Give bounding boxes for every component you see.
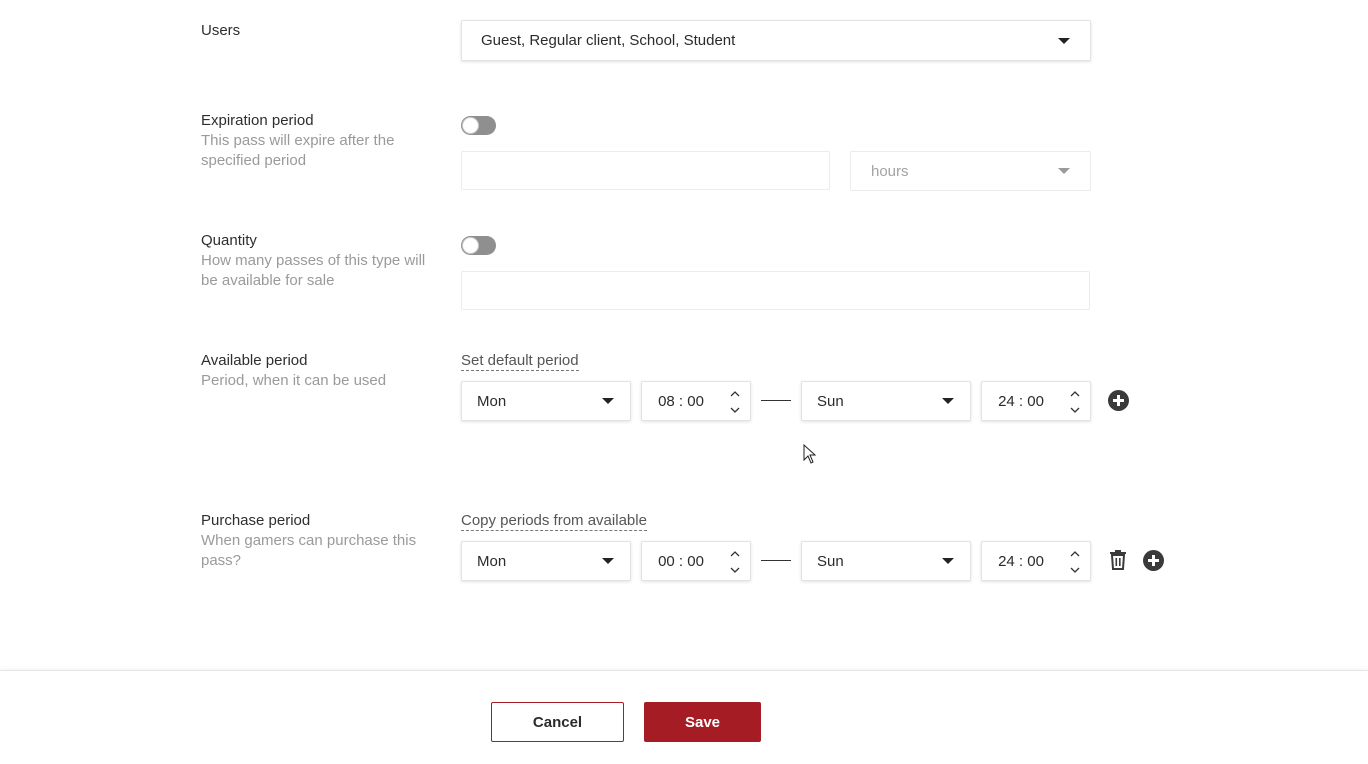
mouse-cursor-icon xyxy=(803,444,817,464)
chevron-up-icon[interactable] xyxy=(1070,389,1080,399)
chevron-down-icon[interactable] xyxy=(1070,565,1080,575)
purchase-period-description: When gamers can purchase this pass? xyxy=(201,532,417,569)
chevron-down-icon[interactable] xyxy=(730,565,740,575)
time-stepper[interactable] xyxy=(1068,545,1082,579)
chevron-up-icon[interactable] xyxy=(1070,549,1080,559)
users-select-value: Guest, Regular client, School, Student xyxy=(481,32,736,49)
expiration-unit-value: hours xyxy=(871,162,909,180)
chevron-up-icon[interactable] xyxy=(730,549,740,559)
expiration-label-group: Expiration period This pass will expire … xyxy=(201,111,441,171)
available-end-day-value: Sun xyxy=(817,392,844,410)
time-stepper[interactable] xyxy=(728,545,742,579)
chevron-down-icon[interactable] xyxy=(1070,405,1080,415)
toggle-knob xyxy=(462,237,479,254)
range-dash xyxy=(761,400,791,401)
purchase-end-day-select[interactable]: Sun xyxy=(801,541,971,581)
quantity-description: How many passes of this type will be ava… xyxy=(201,252,426,289)
chevron-up-icon[interactable] xyxy=(730,389,740,399)
available-start-day-select[interactable]: Mon xyxy=(461,381,631,421)
quantity-input[interactable] xyxy=(461,271,1090,310)
purchase-end-time-input[interactable]: 24 : 00 xyxy=(981,541,1091,581)
add-purchase-period-icon[interactable] xyxy=(1143,550,1164,571)
add-available-period-icon[interactable] xyxy=(1108,390,1129,411)
toggle-knob xyxy=(462,117,479,134)
purchase-period-label-group: Purchase period When gamers can purchase… xyxy=(201,511,441,571)
available-period-title: Available period xyxy=(201,352,308,369)
chevron-down-icon xyxy=(942,398,954,404)
expiration-value-input[interactable] xyxy=(461,151,830,190)
copy-periods-link[interactable]: Copy periods from available xyxy=(461,512,647,531)
range-dash xyxy=(761,560,791,561)
set-default-period-link[interactable]: Set default period xyxy=(461,352,579,371)
available-end-time-input[interactable]: 24 : 00 xyxy=(981,381,1091,421)
purchase-period-title: Purchase period xyxy=(201,512,311,529)
quantity-title: Quantity xyxy=(201,232,257,249)
purchase-end-time-value: 24 : 00 xyxy=(998,552,1044,570)
available-end-time-value: 24 : 00 xyxy=(998,392,1044,410)
available-start-time-value: 08 : 00 xyxy=(658,392,704,410)
purchase-start-day-value: Mon xyxy=(477,552,507,570)
save-button[interactable]: Save xyxy=(644,702,761,742)
available-start-time-input[interactable]: 08 : 00 xyxy=(641,381,751,421)
quantity-label-group: Quantity How many passes of this type wi… xyxy=(201,231,441,291)
time-stepper[interactable] xyxy=(1068,385,1082,419)
chevron-down-icon xyxy=(942,558,954,564)
time-stepper[interactable] xyxy=(728,385,742,419)
footer-bar: Cancel Save xyxy=(0,670,1368,764)
purchase-end-day-value: Sun xyxy=(817,552,844,570)
purchase-start-day-select[interactable]: Mon xyxy=(461,541,631,581)
users-select[interactable]: Guest, Regular client, School, Student xyxy=(461,20,1091,61)
chevron-down-icon xyxy=(1058,168,1070,174)
purchase-start-time-input[interactable]: 00 : 00 xyxy=(641,541,751,581)
cancel-button[interactable]: Cancel xyxy=(491,702,624,742)
purchase-start-time-value: 00 : 00 xyxy=(658,552,704,570)
available-period-label-group: Available period Period, when it can be … xyxy=(201,351,441,391)
expiration-title: Expiration period xyxy=(201,112,314,129)
quantity-toggle[interactable] xyxy=(461,236,496,255)
available-period-description: Period, when it can be used xyxy=(201,372,387,389)
chevron-down-icon xyxy=(602,398,614,404)
expiration-description: This pass will expire after the specifie… xyxy=(201,132,395,169)
users-title: Users xyxy=(201,22,241,39)
users-label-group: Users xyxy=(201,21,441,41)
expiration-unit-select[interactable]: hours xyxy=(850,151,1091,191)
chevron-down-icon xyxy=(602,558,614,564)
chevron-down-icon xyxy=(1058,37,1070,44)
available-start-day-value: Mon xyxy=(477,392,507,410)
available-end-day-select[interactable]: Sun xyxy=(801,381,971,421)
expiration-toggle[interactable] xyxy=(461,116,496,135)
chevron-down-icon[interactable] xyxy=(730,405,740,415)
trash-icon[interactable] xyxy=(1109,550,1127,570)
